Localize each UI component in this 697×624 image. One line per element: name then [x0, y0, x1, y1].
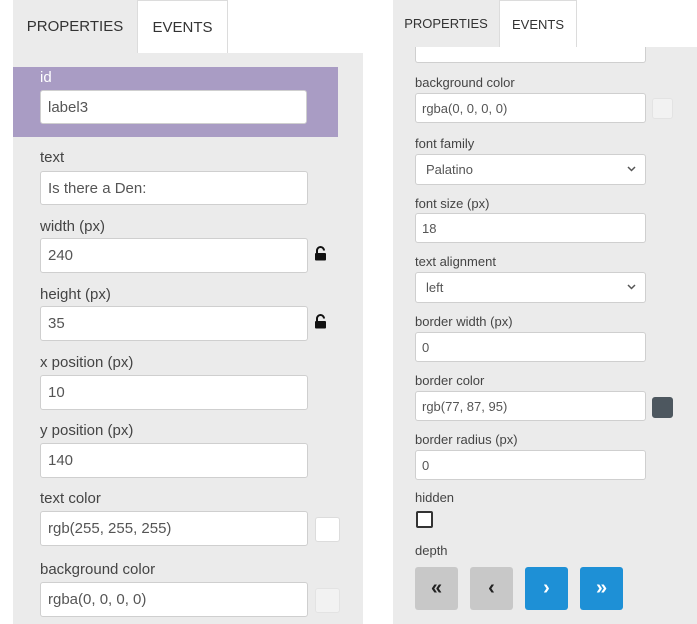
chevron-down-icon: [627, 283, 636, 290]
id-field-row-selected: id label3: [13, 67, 338, 137]
left-properties-panel: PROPERTIES EVENTS id label3 text Is ther…: [13, 0, 363, 624]
border-radius-label: border radius (px): [415, 432, 518, 447]
chevron-down-icon: [627, 165, 636, 172]
background-color-label: background color: [415, 75, 515, 90]
right-tab-events[interactable]: EVENTS: [499, 0, 577, 47]
border-color-label: border color: [415, 373, 485, 388]
text-alignment-label: text alignment: [415, 254, 496, 269]
font-size-label: font size (px): [415, 196, 490, 211]
text-input[interactable]: Is there a Den:: [40, 171, 308, 205]
bring-forward-button[interactable]: ›: [525, 567, 568, 610]
send-backward-button[interactable]: ‹: [470, 567, 513, 610]
hidden-label: hidden: [415, 490, 455, 505]
width-input[interactable]: 240: [40, 238, 308, 273]
id-input[interactable]: label3: [40, 90, 307, 124]
text-color-label: text color: [40, 490, 101, 507]
background-color-swatch[interactable]: [652, 98, 673, 119]
text-alignment-value: left: [426, 280, 444, 295]
font-size-input[interactable]: 18: [415, 213, 646, 243]
height-label: height (px): [40, 286, 111, 303]
text-label: text: [40, 149, 65, 166]
font-family-label: font family: [415, 136, 475, 151]
y-position-label: y position (px): [40, 422, 134, 439]
border-width-label: border width (px): [415, 314, 513, 329]
text-color-input[interactable]: rgb(255, 255, 255): [40, 511, 308, 546]
left-tab-bar: PROPERTIES EVENTS: [13, 0, 363, 53]
y-position-input[interactable]: 140: [40, 443, 308, 478]
lock-icon[interactable]: [314, 246, 327, 261]
lock-icon[interactable]: [314, 314, 327, 329]
background-color-swatch[interactable]: [315, 588, 340, 613]
left-tab-events[interactable]: EVENTS: [137, 0, 228, 53]
background-color-input[interactable]: rgba(0, 0, 0, 0): [415, 93, 646, 123]
background-color-label: background color: [40, 561, 156, 578]
width-label: width (px): [40, 218, 106, 235]
right-tab-bar: PROPERTIES EVENTS: [393, 0, 697, 47]
font-family-select[interactable]: Palatino: [415, 154, 646, 185]
border-width-input[interactable]: 0: [415, 332, 646, 362]
right-properties-panel: PROPERTIES EVENTS background color rgba(…: [393, 0, 697, 624]
height-input[interactable]: 35: [40, 306, 308, 341]
border-radius-input[interactable]: 0: [415, 450, 646, 480]
hidden-checkbox[interactable]: [416, 511, 433, 528]
text-color-swatch[interactable]: [315, 517, 340, 542]
border-color-input[interactable]: rgb(77, 87, 95): [415, 391, 646, 421]
send-to-back-button[interactable]: «: [415, 567, 458, 610]
right-tab-properties[interactable]: PROPERTIES: [393, 0, 499, 47]
previous-field-input-edge: [415, 47, 646, 63]
bring-to-front-button[interactable]: »: [580, 567, 623, 610]
background-color-input[interactable]: rgba(0, 0, 0, 0): [40, 582, 308, 617]
depth-label: depth: [415, 543, 448, 558]
x-position-label: x position (px): [40, 354, 134, 371]
text-alignment-select[interactable]: left: [415, 272, 646, 303]
font-family-value: Palatino: [426, 162, 473, 177]
id-label: id: [40, 69, 52, 86]
left-tab-properties[interactable]: PROPERTIES: [13, 0, 137, 53]
border-color-swatch[interactable]: [652, 397, 673, 418]
x-position-input[interactable]: 10: [40, 375, 308, 410]
